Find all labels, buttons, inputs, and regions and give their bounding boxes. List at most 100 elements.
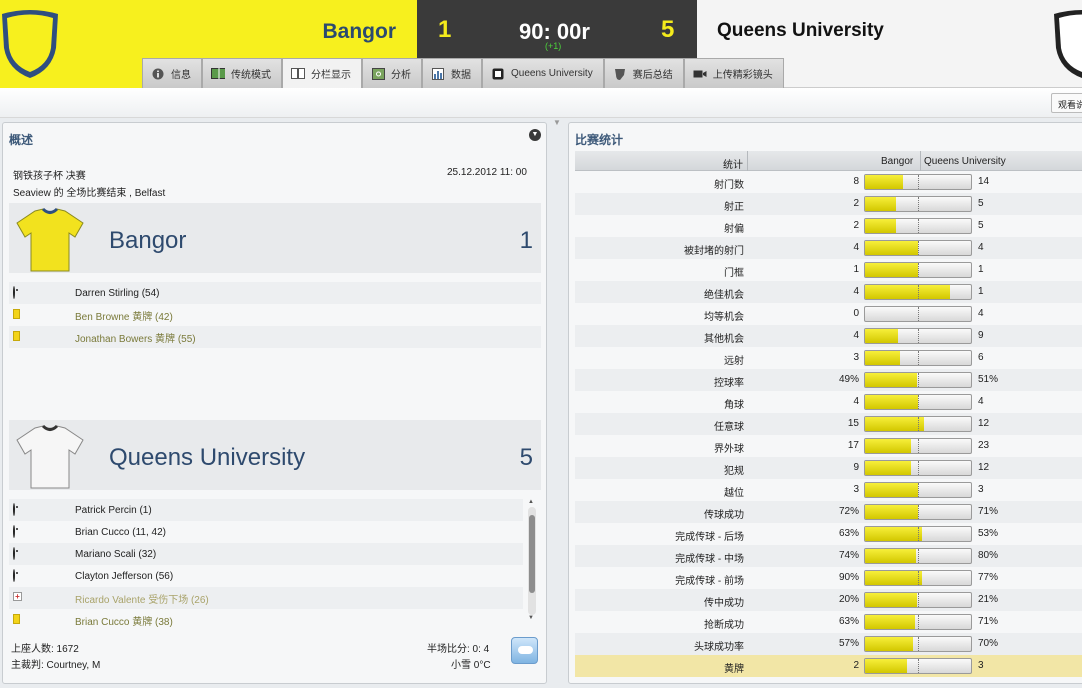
match-tabs: 信息 传统模式 分栏显示 分析 数据 Queens University 赛后总… [142, 58, 784, 88]
stat-away-value: 12 [978, 462, 990, 473]
event-row[interactable]: Brian Cucco (11, 42) [9, 521, 523, 543]
home-team-name[interactable]: Bangor [323, 20, 397, 44]
event-row[interactable]: Clayton Jefferson (56) [9, 565, 523, 587]
stat-row[interactable]: 被封堵的射门 4 4 [575, 237, 1082, 259]
home-events-list: Darren Stirling (54) Ben Browne 黄牌 (42) … [9, 282, 541, 348]
stat-home-value: 49% [838, 374, 859, 385]
event-row[interactable]: Ben Browne 黄牌 (42) [9, 304, 541, 326]
stat-comparison-bar [864, 636, 972, 652]
stat-row[interactable]: 头球成功率 57% 70% [575, 633, 1082, 655]
away-team-name[interactable]: Queens University [717, 20, 884, 42]
stat-row[interactable]: 控球率 49% 51% [575, 369, 1082, 391]
watch-button[interactable]: 观看说 [1051, 93, 1082, 113]
tab-label: 上传精彩镜头 [712, 70, 773, 81]
stat-row[interactable]: 界外球 17 23 [575, 435, 1082, 457]
col-stat-header[interactable]: 统计 [723, 156, 743, 171]
tab-label: 赛后总结 [632, 70, 673, 81]
stat-row[interactable]: 越位 3 3 [575, 479, 1082, 501]
stat-row[interactable]: 射偏 2 5 [575, 215, 1082, 237]
stat-bar-fill [865, 395, 918, 409]
stat-bar-fill [865, 285, 950, 299]
stat-home-value: 4 [853, 242, 859, 253]
analysis-icon [371, 67, 385, 80]
stat-row[interactable]: 传中成功 20% 21% [575, 589, 1082, 611]
stat-label: 界外球 [714, 444, 744, 455]
stat-row[interactable]: 远射 3 6 [575, 347, 1082, 369]
stat-away-value: 80% [978, 550, 999, 561]
tab-label: 传统模式 [231, 70, 271, 81]
stat-bar-fill [865, 571, 923, 585]
home-team-title[interactable]: Bangor [109, 227, 186, 255]
stats-rows: 射门数 8 14 射正 2 5 射偏 2 5 被封堵的射门 4 4 门框 1 1 绝佳机会 4 1 均等机会 0 4 其他… [575, 171, 1082, 677]
col-home-header[interactable]: Bangor [881, 156, 913, 167]
scroll-up-icon[interactable]: ▲ [528, 499, 534, 505]
stat-label: 黄牌 [724, 664, 744, 675]
panel-splitter-icon[interactable]: ▼ [553, 118, 561, 127]
stat-bar-midline [918, 483, 919, 497]
tab-label: 数据 [451, 70, 471, 81]
tab-post-match-summary[interactable]: 赛后总结 [603, 58, 684, 88]
stat-row[interactable]: 完成传球 - 后场 63% 53% [575, 523, 1082, 545]
stat-label: 完成传球 - 中场 [675, 554, 744, 565]
referee[interactable]: 主裁判: Courtney, M [11, 656, 100, 671]
stat-row[interactable]: 犯规 9 12 [575, 457, 1082, 479]
tab-label: 分栏显示 [311, 70, 351, 81]
event-row[interactable]: Darren Stirling (54) [9, 282, 541, 304]
stat-row[interactable]: 完成传球 - 前场 90% 77% [575, 567, 1082, 589]
away-team-title[interactable]: Queens University [109, 444, 305, 472]
collapse-icon[interactable]: ▼ [529, 129, 541, 141]
stat-home-value: 63% [838, 528, 859, 539]
stat-label: 射正 [724, 202, 744, 213]
stat-row[interactable]: 射门数 8 14 [575, 171, 1082, 193]
event-row[interactable]: + Ricardo Valente 受伤下场 (26) [9, 587, 523, 609]
tab-data[interactable]: 数据 [422, 58, 482, 88]
tab-queens-university[interactable]: Queens University [482, 58, 604, 88]
stat-away-value: 77% [978, 572, 999, 583]
tab-upload-highlights[interactable]: 上传精彩镜头 [683, 58, 784, 88]
away-crest-icon[interactable] [1052, 8, 1082, 80]
competition-name[interactable]: 钢铁孩子杯 决赛 [13, 167, 86, 182]
stat-label: 均等机会 [704, 312, 744, 323]
stat-comparison-bar [864, 548, 972, 564]
team-icon [491, 68, 505, 80]
stat-row[interactable]: 传球成功 72% 71% [575, 501, 1082, 523]
event-row[interactable]: Jonathan Bowers 黄牌 (55) [9, 326, 541, 348]
event-text: Patrick Percin (1) [75, 504, 152, 516]
stat-row[interactable]: 绝佳机会 4 1 [575, 281, 1082, 303]
stat-comparison-bar [864, 240, 972, 256]
stat-row[interactable]: 射正 2 5 [575, 193, 1082, 215]
scroll-thumb[interactable] [529, 515, 535, 593]
added-time: (+1) [545, 41, 562, 51]
scroll-down-icon[interactable]: ▼ [528, 615, 534, 621]
stat-home-value: 74% [838, 550, 859, 561]
stat-row[interactable]: 完成传球 - 中场 74% 80% [575, 545, 1082, 567]
tab-info[interactable]: 信息 [142, 58, 202, 88]
col-away-header[interactable]: Queens University [924, 156, 1006, 167]
stat-bar-fill [865, 483, 918, 497]
snow-weather-icon [511, 637, 538, 664]
goal-ball-icon [13, 286, 23, 299]
stat-row[interactable]: 门框 1 1 [575, 259, 1082, 281]
stat-bar-midline [918, 615, 919, 629]
event-row[interactable]: Patrick Percin (1) [9, 499, 523, 521]
home-crest-icon[interactable] [0, 8, 60, 80]
stat-bar-midline [918, 373, 919, 387]
tab-split-view[interactable]: 分栏显示 [282, 58, 362, 88]
stat-row[interactable]: 黄牌 2 3 [575, 655, 1082, 677]
stat-away-value: 23 [978, 440, 990, 451]
stat-bar-midline [918, 219, 919, 233]
stat-home-value: 72% [838, 506, 859, 517]
stat-row[interactable]: 其他机会 4 9 [575, 325, 1082, 347]
stat-row[interactable]: 角球 4 4 [575, 391, 1082, 413]
tab-analysis[interactable]: 分析 [362, 58, 422, 88]
events-scrollbar[interactable]: ▲ ▼ [527, 499, 537, 623]
stat-label: 完成传球 - 前场 [675, 576, 744, 587]
tab-classic-mode[interactable]: 传统模式 [202, 58, 282, 88]
stat-row[interactable]: 任意球 15 12 [575, 413, 1082, 435]
stat-row[interactable]: 均等机会 0 4 [575, 303, 1082, 325]
event-row[interactable]: Mariano Scali (32) [9, 543, 523, 565]
stat-row[interactable]: 抢断成功 63% 71% [575, 611, 1082, 633]
stat-label: 远射 [724, 356, 744, 367]
event-row[interactable]: Brian Cucco 黄牌 (38) [9, 609, 523, 631]
stat-bar-midline [918, 329, 919, 343]
